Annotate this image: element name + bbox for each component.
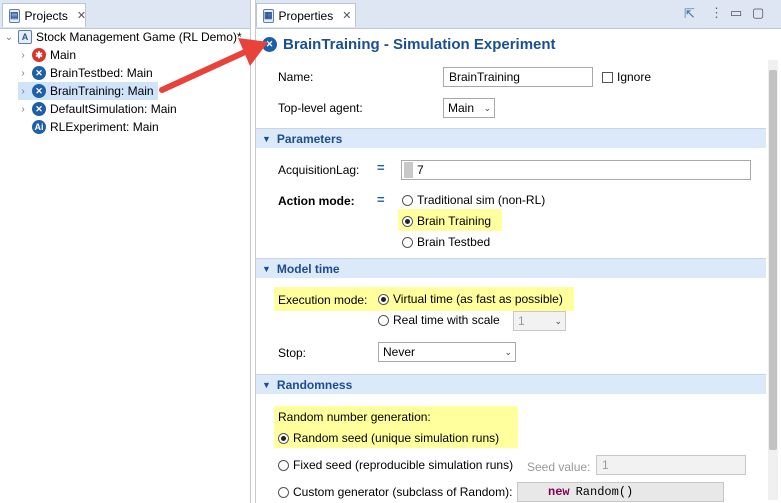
chevron-right-icon[interactable]: ›: [18, 50, 28, 61]
static-value-icon[interactable]: =: [377, 192, 385, 207]
acquisition-lag-field[interactable]: 7: [401, 160, 751, 180]
radio-brain-training[interactable]: Brain Training: [402, 214, 491, 228]
rl-experiment-icon: Ai: [32, 120, 46, 134]
minimize-icon[interactable]: ▭: [730, 5, 742, 21]
execution-mode-label: Execution mode:: [278, 293, 368, 307]
chevron-down-icon: ⌄: [483, 102, 491, 113]
experiment-icon: ✕: [32, 66, 46, 80]
custom-generator-field[interactable]: new Random(): [517, 482, 724, 502]
action-mode-label: Action mode:: [278, 194, 355, 208]
agent-icon: ✱: [32, 48, 46, 62]
chevron-down-icon: ▼: [262, 263, 271, 274]
chevron-down-icon: ⌄: [554, 315, 562, 326]
acquisition-lag-label: AcquisitionLag:: [278, 163, 360, 177]
chevron-down-icon[interactable]: ⌄: [4, 32, 14, 43]
radio-real-time[interactable]: Real time with scale: [378, 313, 500, 327]
radio-custom-generator[interactable]: Custom generator (subclass of Random):: [278, 485, 512, 499]
name-field[interactable]: BrainTraining: [443, 67, 593, 87]
scrollbar-thumb[interactable]: [769, 70, 777, 450]
tree-item-main[interactable]: › ✱ Main: [18, 46, 76, 64]
properties-tab[interactable]: ▦ Properties ✕: [256, 3, 356, 27]
field-type-icon: [404, 162, 413, 178]
chevron-down-icon: ▼: [262, 133, 271, 144]
radio-virtual-time[interactable]: Virtual time (as fast as possible): [378, 292, 563, 306]
radio-traditional-sim[interactable]: Traditional sim (non-RL): [402, 193, 545, 207]
stop-select[interactable]: Never ⌄: [378, 342, 516, 362]
tree-item-rlexperiment[interactable]: Ai RLExperiment: Main: [18, 118, 159, 136]
projects-tab[interactable]: ▤ Projects ✕: [2, 3, 86, 27]
seed-value-label: Seed value:: [527, 460, 591, 474]
model-time-section-header[interactable]: ▼ Model time: [256, 258, 766, 278]
experiment-icon: ✕: [32, 102, 46, 116]
seed-value-field[interactable]: 1: [596, 455, 746, 475]
chevron-down-icon: ▼: [262, 379, 271, 390]
project-icon: A: [18, 30, 32, 44]
tree-item-defaultsimulation[interactable]: › ✕ DefaultSimulation: Main: [18, 100, 177, 118]
annotation-arrow-icon: [159, 38, 268, 93]
tree-item-braintraining[interactable]: › ✕ BrainTraining: Main: [18, 82, 158, 100]
chevron-right-icon[interactable]: ›: [18, 104, 28, 115]
view-menu-icon[interactable]: ⋮: [710, 5, 723, 21]
projects-tab-bar: ▤ Projects ✕: [0, 0, 250, 29]
top-level-agent-select[interactable]: Main ⌄: [443, 98, 495, 118]
properties-icon: ▦: [263, 8, 274, 23]
experiment-icon: ✕: [32, 84, 46, 98]
page-title: ✕ BrainTraining - Simulation Experiment: [262, 34, 556, 54]
radio-fixed-seed[interactable]: Fixed seed (reproducible simulation runs…: [278, 458, 513, 472]
close-icon[interactable]: ✕: [342, 9, 351, 22]
randomness-section-header[interactable]: ▼ Randomness: [256, 374, 766, 394]
top-level-agent-label: Top-level agent:: [278, 101, 363, 115]
stop-label: Stop:: [278, 346, 307, 360]
static-value-icon[interactable]: =: [377, 160, 385, 175]
chevron-right-icon[interactable]: ›: [18, 68, 28, 79]
vertical-scrollbar[interactable]: [768, 60, 778, 500]
pin-view-icon[interactable]: ⇱: [684, 6, 695, 22]
real-time-scale-select[interactable]: 1 ⌄: [513, 311, 566, 331]
properties-tab-bar: ▦ Properties ✕ ⇱ ⋮ ▭ ▢: [256, 0, 781, 29]
close-icon[interactable]: ✕: [77, 9, 86, 22]
chevron-down-icon: ⌄: [504, 346, 512, 357]
radio-brain-testbed[interactable]: Brain Testbed: [402, 235, 490, 249]
properties-view: ▦ Properties ✕ ⇱ ⋮ ▭ ▢ ✕ BrainTraining -…: [255, 0, 781, 503]
projects-icon: ▤: [9, 8, 20, 23]
tree-item-braintestbed[interactable]: › ✕ BrainTestbed: Main: [18, 64, 153, 82]
maximize-icon[interactable]: ▢: [752, 5, 764, 21]
ignore-checkbox[interactable]: Ignore: [602, 70, 651, 84]
radio-random-seed[interactable]: Random seed (unique simulation runs): [278, 431, 499, 445]
parameters-section-header[interactable]: ▼ Parameters: [256, 128, 766, 148]
chevron-right-icon[interactable]: ›: [18, 86, 28, 97]
rng-label: Random number generation:: [278, 410, 431, 424]
